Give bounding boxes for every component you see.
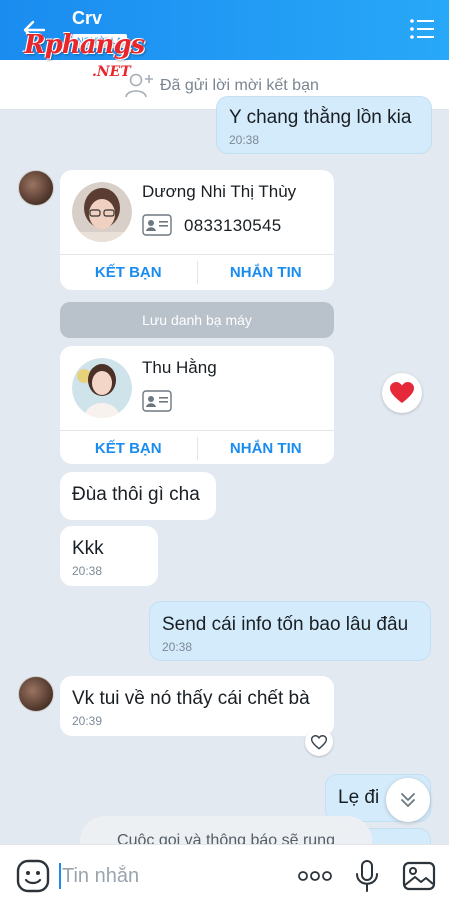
scroll-down-button[interactable] xyxy=(386,778,430,822)
id-card-icon xyxy=(142,214,172,236)
contact-photo xyxy=(72,358,132,418)
react-button[interactable] xyxy=(305,728,333,756)
message-time: 20:39 xyxy=(72,714,103,728)
message-text: Kkk xyxy=(72,538,104,559)
avatar[interactable] xyxy=(18,676,54,712)
contact-card[interactable]: Thu Hằng KẾT BẠN NHẮN TIN xyxy=(60,346,334,464)
contact-photo xyxy=(72,182,132,242)
contact-name: Thu Hằng xyxy=(142,358,217,377)
avatar[interactable] xyxy=(18,170,54,206)
double-chevron-down-icon xyxy=(401,793,415,807)
message-bubble[interactable]: Vk tui về nó thấy cái chết bà 20:39 xyxy=(60,676,334,736)
text-caret xyxy=(59,863,61,889)
chat-title[interactable]: Crv xyxy=(72,8,102,29)
watermark-suffix: .NET xyxy=(92,64,131,80)
message-bubble[interactable]: Y chang thằng lồn kia 20:38 xyxy=(216,96,432,154)
message-bubble[interactable]: Kkk 20:38 xyxy=(60,526,158,586)
heart-reaction[interactable] xyxy=(382,373,422,413)
watermark-logo: Rphangs xyxy=(24,30,145,60)
message-time: 20:38 xyxy=(229,133,260,147)
heart-outline-icon xyxy=(311,734,327,750)
message-time: 20:38 xyxy=(162,640,193,654)
image-icon[interactable] xyxy=(402,859,436,893)
message-bubble[interactable]: Đùa thôi gì cha xyxy=(60,472,216,520)
id-card-icon xyxy=(142,390,172,412)
contact-phone: 0833130545 xyxy=(184,216,282,235)
emoji-icon[interactable] xyxy=(16,859,50,893)
more-icon[interactable] xyxy=(296,863,334,889)
message-text: Đùa thôi gì cha xyxy=(72,484,200,505)
message-text: Vk tui về nó thấy cái chết bà xyxy=(72,688,310,709)
friend-request-text: Đã gửi lời mời kết bạn xyxy=(160,77,319,94)
message-bubble[interactable]: Send cái info tốn bao lâu đâu 20:38 xyxy=(149,601,431,661)
add-friend-button[interactable]: KẾT BẠN xyxy=(60,255,197,290)
list-menu-icon[interactable] xyxy=(409,16,435,42)
contact-name: Dương Nhi Thị Thùy xyxy=(142,182,297,201)
message-time: 20:38 xyxy=(72,564,103,578)
message-text: Y chang thằng lồn kia xyxy=(229,107,412,128)
microphone-icon[interactable] xyxy=(354,859,380,893)
message-text: Send cái info tốn bao lâu đâu xyxy=(162,614,409,635)
heart-icon xyxy=(390,382,414,403)
contact-actions: KẾT BẠN NHẮN TIN xyxy=(60,430,334,464)
send-message-button[interactable]: NHẮN TIN xyxy=(198,431,335,464)
message-composer xyxy=(0,844,449,906)
send-message-button[interactable]: NHẮN TIN xyxy=(198,255,335,290)
message-input[interactable] xyxy=(62,861,282,891)
contact-card[interactable]: Dương Nhi Thị Thùy 0833130545 KẾT BẠN NH… xyxy=(60,170,334,290)
add-friend-button[interactable]: KẾT BẠN xyxy=(60,431,197,464)
save-contact-button[interactable]: Lưu danh bạ máy xyxy=(60,302,334,338)
contact-actions: KẾT BẠN NHẮN TIN xyxy=(60,254,334,290)
